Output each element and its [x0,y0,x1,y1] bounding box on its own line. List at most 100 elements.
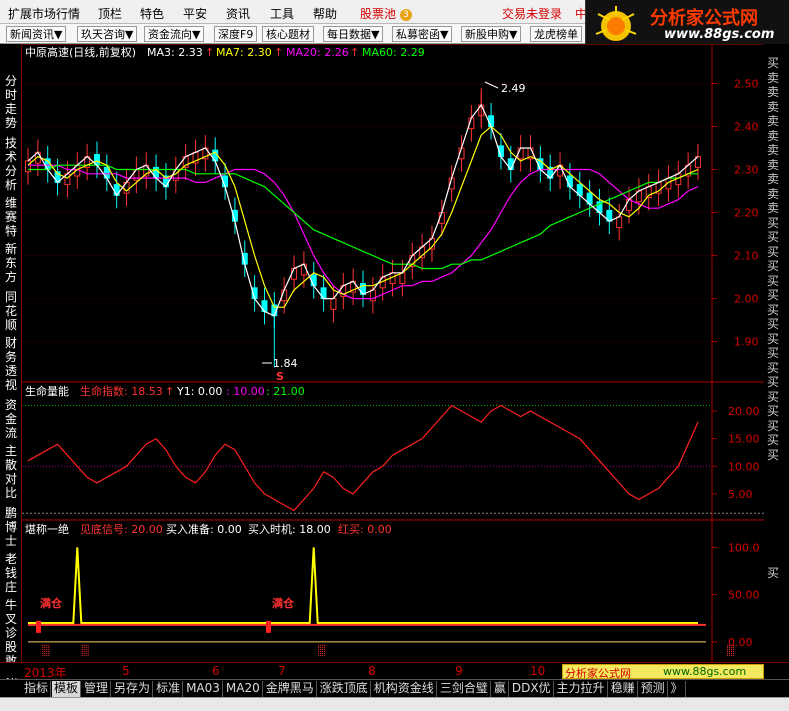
toolbar-dragon-tiger-button[interactable]: 龙虎榜单 [530,26,582,42]
candle-body [310,274,317,287]
price-tick-label: 1.90 [734,336,759,349]
indicator-tab[interactable]: 预测 [639,681,668,697]
watermark-banner: 分析家公式网 www.88gs.com [562,664,764,680]
toolbar-fund-flow-button[interactable]: 资金流向▼ [144,26,205,42]
bottom-signal-readout: 见底信号: 20.00 [80,522,163,536]
indicator-tab[interactable]: 机构资金线 [372,681,437,697]
ma20-arrow: ↑ [350,46,359,59]
toolbar-ipo-button[interactable]: 新股申购▼ [461,26,522,42]
toolbar-core-topic-button[interactable]: 核心题材 [262,26,314,42]
date-label-may: 5 [122,664,130,678]
login-status[interactable]: 交易未登录 [502,5,562,22]
menu-pingan[interactable]: 平安 [183,5,207,22]
ma7-arrow: ↑ [274,46,283,59]
candle-body [300,263,307,276]
ma60-readout: MA60: 2.29 [362,46,425,59]
menu-top-bar[interactable]: 顶栏 [98,5,122,22]
indicator-tab[interactable]: 涨跌顶底 [318,681,371,697]
right-signal-column: 买卖卖卖卖卖卖卖卖卖卖买买买买买买买买买买买买买买买买买买 [764,44,789,659]
indicator-tab[interactable]: MA20 [224,681,263,697]
stock-title: 中原高速(日线,前复权) [25,45,136,59]
candle-body [291,267,298,280]
indicator-tab[interactable]: 三剑合璧 [438,681,491,697]
ma7-readout: MA7: 2.30 [216,46,272,59]
indicator-tab[interactable]: 另存为 [112,681,154,697]
tab-main-retail-compare[interactable]: 主散对比 [2,444,20,500]
ma3-readout: MA3: 2.33 [147,46,203,59]
logo-mark-icon [595,6,637,41]
indicator-tab[interactable]: 管理 [82,681,112,697]
tab-technical-analysis[interactable]: 技术分析 [2,136,20,192]
indicator-tab[interactable]: 标准 [154,681,184,697]
life-energy-title: 生命量能 [25,384,69,398]
toolbar-private-fund-button[interactable]: 私募密函▼ [392,26,453,42]
indicator-tab[interactable]: 》 [669,681,686,697]
tab-stock-diagnosis[interactable]: 牛叉诊股 [2,598,20,654]
menu-features[interactable]: 特色 [140,5,164,22]
menu-extended-market[interactable]: 扩展市场行情 [8,5,80,22]
price-tick-label: 2.20 [734,207,759,220]
candle-body [399,272,406,285]
logo-url: www.88gs.com [664,27,775,42]
tab-laoqianzhuang[interactable]: 老钱庄 [2,552,20,594]
life-index-arrow: ↑ [165,385,174,398]
left-tab-strip: 分时走势 技术分析 维赛特 新东方 同花顺 财务透视 资金流 主散对比 鹏博士 … [0,44,22,696]
indicator-tab[interactable]: 指标 [22,681,52,697]
tab-xindongfang[interactable]: 新东方 [2,242,20,284]
life-tick-label: 15.00 [728,433,760,446]
full-position-label-2: 满仓 [272,596,295,610]
y1-readout: Y1: 0.00 [176,385,222,398]
stock-pool-menu[interactable]: 股票池 3 [360,5,412,22]
indicator-tab[interactable]: 稳赚 [609,681,638,697]
menu-tools[interactable]: 工具 [270,5,294,22]
life-tick-label: 5.00 [728,488,753,501]
ref21-readout: : 21.00 [266,385,305,398]
menu-news[interactable]: 资讯 [226,5,250,22]
indicator-tab[interactable]: DDX优 [510,681,554,697]
chart-background [22,44,764,662]
stock-pool-label: 股票池 [360,7,397,21]
ref10-readout: : 10.00 [226,385,265,398]
price-tick-label: 2.40 [734,121,759,134]
toolbar-news-button[interactable]: 新闻资讯▼ [6,26,67,42]
candle-body [616,216,623,229]
life-tick-label: 20.00 [728,405,760,418]
candle-body [488,115,495,128]
indicator-tab[interactable]: 赢 [492,681,509,697]
date-label-jul: 7 [278,664,286,678]
signal-panel-title: 堪称一绝 [25,522,69,536]
full-position-marker-2 [266,620,271,633]
right-signal-label: 买 [767,447,780,462]
toolbar-daily-data-button[interactable]: 每日数据▼ [323,26,384,42]
candle-body [566,175,573,188]
indicator-tab[interactable]: 主力拉升 [555,681,608,697]
banner-site-url: www.88gs.com [663,665,747,678]
sell-marker: S [276,370,284,383]
tab-pengboshi[interactable]: 鹏博士 [2,506,20,548]
tab-weisaite[interactable]: 维赛特 [2,196,20,238]
full-position-marker-1 [36,620,41,633]
full-position-label-1: 满仓 [40,596,63,610]
tab-financial-view[interactable]: 财务透视 [2,336,20,392]
watermark-logo: 分析家公式网 www.88gs.com [585,0,789,46]
tab-time-sharing[interactable]: 分时走势 [2,74,20,130]
tab-fund-flow[interactable]: 资金流 [2,398,20,440]
ma20-readout: MA20: 2.26 [286,46,349,59]
kline-chart[interactable]: 2.50 2.40 2.30 2.20 2.10 2.00 1.90 20.00 15.00 10… [22,44,764,662]
tab-tonghuashun[interactable]: 同花顺 [2,290,20,332]
right-signal-label-bottom: 买 [767,566,780,580]
date-label-oct: 10 [530,664,546,678]
toolbar-jiutian-button[interactable]: 玖天咨询▼ [77,26,138,42]
indicator-tab[interactable]: 模板 [52,681,82,697]
candle-body [626,199,633,211]
price-tick-label: 2.00 [734,293,759,306]
toolbar-f9-button[interactable]: 深度F9 [214,26,258,42]
candle-body [517,147,524,160]
buy-prepare-readout: 买入准备: 0.00 [166,522,242,536]
signal-tick-label: 0.00 [728,636,753,649]
high-marker-label: 2.49 [501,82,526,95]
indicator-tab[interactable]: MA03 [184,681,223,697]
menu-help[interactable]: 帮助 [313,5,337,22]
indicator-tab[interactable]: 金牌黑马 [264,681,317,697]
signal-tick-label: 50.00 [728,589,760,602]
